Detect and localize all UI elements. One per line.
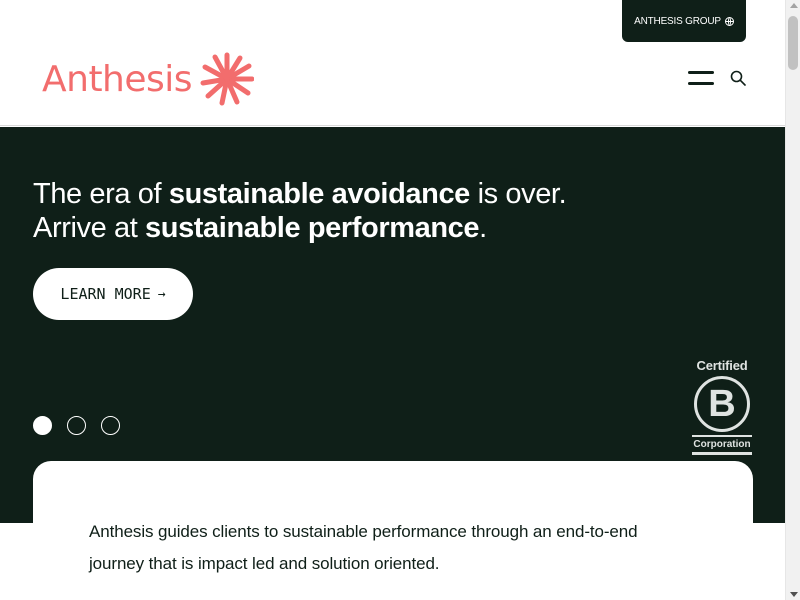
headline-emphasis: sustainable performance: [145, 212, 480, 244]
carousel-dot-1[interactable]: [33, 416, 52, 435]
scroll-down-arrow-icon[interactable]: [790, 592, 798, 597]
intro-text: Anthesis guides clients to sustainable p…: [89, 522, 638, 573]
scroll-up-arrow-icon[interactable]: [790, 3, 798, 8]
logo-wordmark: Anthesis: [42, 58, 193, 100]
hamburger-menu-icon[interactable]: [688, 70, 714, 86]
badge-divider: [692, 435, 752, 437]
starburst-logo-icon: [200, 52, 255, 106]
headline-emphasis: sustainable avoidance: [168, 178, 470, 210]
arrow-right-icon: →: [157, 286, 166, 302]
badge-corporation-text: Corporation: [693, 439, 751, 450]
scroll-thumb[interactable]: [788, 16, 798, 70]
b-corp-badge: Certified B Corporation: [692, 358, 752, 455]
intro-card: Anthesis guides clients to sustainable p…: [33, 461, 753, 600]
anthesis-logo[interactable]: Anthesis: [42, 52, 255, 106]
site-header: ANTHESIS GROUP Anthesis: [0, 0, 785, 126]
headline-part: .: [479, 212, 487, 244]
anthesis-group-label: ANTHESIS GROUP: [634, 15, 721, 27]
headline-part: is over.: [469, 178, 567, 210]
headline-part: Arrive at: [33, 212, 146, 244]
learn-more-label: LEARN MORE: [60, 285, 151, 303]
carousel-dot-3[interactable]: [101, 416, 120, 435]
hero-headline: The era of sustainable avoidance is over…: [33, 177, 567, 245]
badge-letter: B: [708, 382, 736, 425]
badge-certified-text: Certified: [696, 358, 748, 373]
b-logo-icon: B: [694, 376, 750, 432]
headline-part: The era of: [33, 178, 169, 210]
badge-divider: [692, 452, 752, 455]
page-scrollbar[interactable]: [785, 0, 800, 600]
carousel-dots: [33, 416, 120, 435]
search-icon[interactable]: [730, 70, 746, 86]
anthesis-group-button[interactable]: ANTHESIS GROUP: [622, 0, 746, 42]
carousel-dot-2[interactable]: [67, 416, 86, 435]
globe-icon: [724, 16, 734, 26]
learn-more-button[interactable]: LEARN MORE →: [33, 268, 193, 320]
